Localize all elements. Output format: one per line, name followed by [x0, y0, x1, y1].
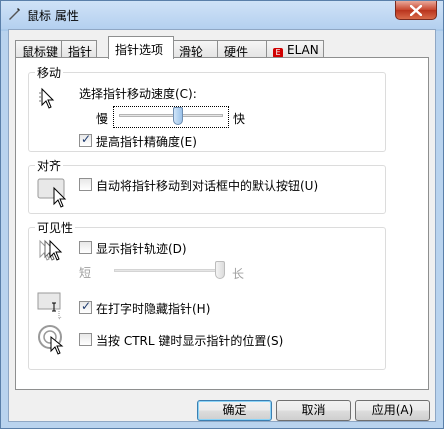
show-trails-checkbox[interactable]: [79, 241, 92, 254]
enhance-precision-label[interactable]: 提高指针精确度(E): [96, 133, 197, 150]
short-label: 短: [79, 266, 92, 280]
hide-while-typing-checkbox[interactable]: [79, 299, 92, 314]
hide-while-typing-icon: [37, 292, 62, 321]
group-title: 可见性: [35, 219, 76, 236]
speed-slider-focus: [113, 106, 229, 128]
close-icon: [410, 4, 422, 16]
snap-to-group: 对齐 自动将指针移动到对话框中的默认按钮(U): [28, 157, 386, 214]
tab-buttons[interactable]: 鼠标键: [15, 40, 62, 59]
long-label: 长: [232, 267, 245, 281]
snap-to-default-label[interactable]: 自动将指针移动到对话框中的默认按钮(U): [96, 177, 318, 194]
speed-slider-track[interactable]: [119, 114, 223, 117]
hide-while-typing-label[interactable]: 在打字时隐藏指针(H): [96, 300, 210, 317]
speed-label: 选择指针移动速度(C):: [79, 87, 197, 101]
mouse-pointer-app-icon: [9, 8, 20, 20]
motion-group: 移动 选择指针移动速度(C): 慢 快 提高指针精确度(E): [28, 64, 386, 152]
speed-slider-thumb[interactable]: [173, 107, 184, 125]
window-title: 鼠标 属性: [27, 9, 79, 23]
title-bar[interactable]: 鼠标 属性: [1, 1, 443, 29]
trails-slider-track: [114, 269, 220, 272]
snap-to-button-icon: [37, 178, 67, 208]
tab-wheel[interactable]: 滑轮: [172, 40, 218, 59]
cancel-button[interactable]: 取消: [276, 400, 351, 421]
trails-slider-thumb: [215, 261, 225, 279]
enhance-precision-checkbox[interactable]: [79, 132, 92, 147]
pointer-speed-icon: [39, 87, 55, 109]
tab-label: ELAN: [287, 43, 319, 57]
ok-button[interactable]: 确定: [197, 400, 272, 421]
tab-pointer-options[interactable]: 指针选项: [108, 36, 174, 59]
mouse-properties-window: 鼠标 属性 鼠标键 指针 指针选项 滑轮 硬件 E ELAN 移动 选择指针移动…: [0, 0, 444, 429]
fast-label: 快: [233, 112, 246, 126]
group-title: 移动: [35, 64, 64, 81]
show-location-ctrl-checkbox[interactable]: [79, 333, 92, 346]
tab-label: 指针选项: [115, 43, 164, 57]
snap-to-default-checkbox[interactable]: [79, 178, 92, 191]
visibility-group: 可见性 显示指针轨迹(D) 短 长 在打字时隐藏指针(H): [28, 219, 386, 370]
tab-elan[interactable]: E ELAN: [266, 40, 324, 58]
group-title: 对齐: [35, 157, 64, 174]
close-button[interactable]: [395, 1, 437, 20]
show-trails-label[interactable]: 显示指针轨迹(D): [96, 240, 187, 257]
slow-label: 慢: [96, 112, 109, 126]
pointer-trails-icon: [39, 239, 63, 261]
tab-pointers[interactable]: 指针: [61, 40, 97, 59]
show-location-icon: [38, 325, 64, 355]
show-location-ctrl-label[interactable]: 当按 CTRL 键时显示指针的位置(S): [96, 332, 283, 349]
pointer-options-panel: 移动 选择指针移动速度(C): 慢 快 提高指针精确度(E) 对齐: [15, 57, 429, 390]
dialog-client-area: 鼠标键 指针 指针选项 滑轮 硬件 E ELAN 移动 选择指针移动速度(C): …: [8, 29, 436, 422]
tab-hardware[interactable]: 硬件: [217, 40, 267, 59]
apply-button[interactable]: 应用(A): [355, 400, 430, 421]
